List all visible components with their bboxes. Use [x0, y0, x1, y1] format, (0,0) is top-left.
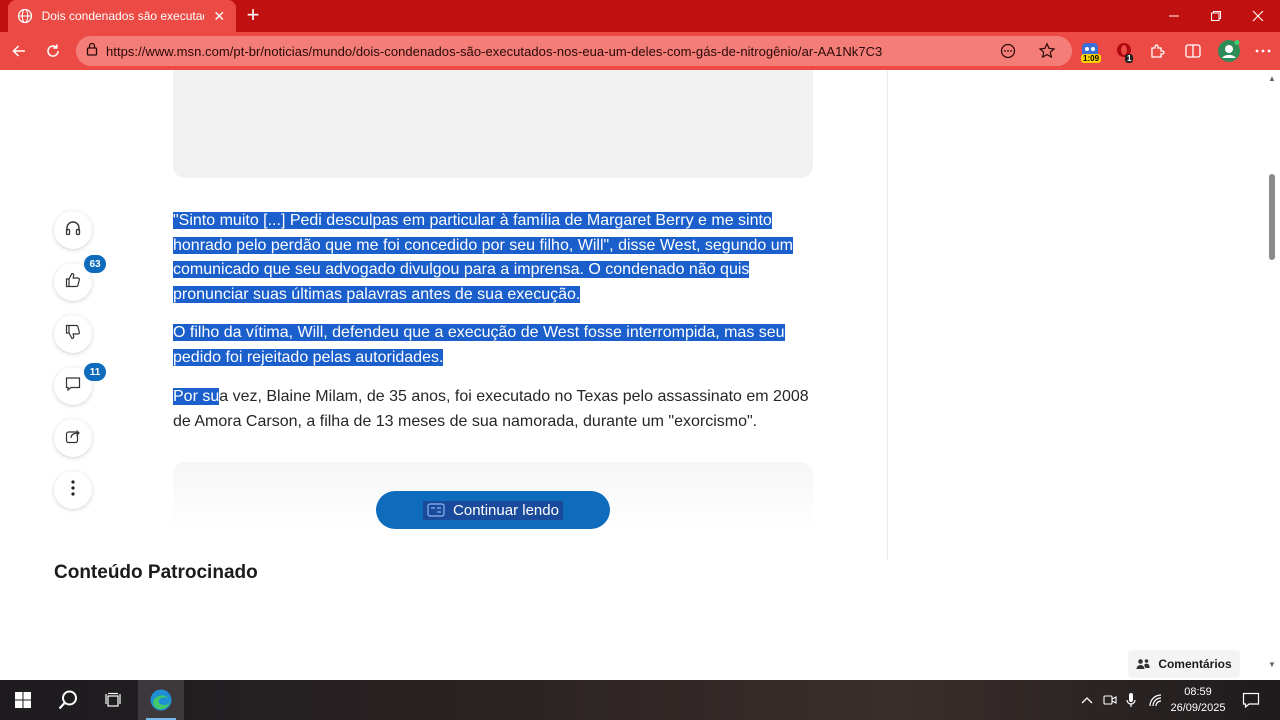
- profile-avatar-icon[interactable]: [1216, 38, 1242, 64]
- split-screen-icon[interactable]: [1180, 38, 1206, 64]
- notification-icon[interactable]: [1238, 680, 1264, 720]
- start-button[interactable]: [0, 680, 46, 720]
- close-tab-icon[interactable]: ✕: [210, 8, 228, 25]
- scroll-up-arrow-icon[interactable]: ▲: [1267, 74, 1277, 84]
- vertical-dots-icon: [71, 479, 75, 501]
- translate-extension-icon[interactable]: 1:09: [1077, 38, 1103, 64]
- favorite-star-icon[interactable]: [1038, 42, 1056, 65]
- article-paragraph-2: O filho da vítima, Will, defendeu que a …: [173, 321, 813, 370]
- task-view-icon[interactable]: [90, 680, 136, 720]
- sponsored-heading: Conteúdo Patrocinado: [54, 562, 258, 583]
- wifi-icon[interactable]: [1146, 680, 1166, 720]
- thumbs-up-icon: [64, 271, 82, 294]
- reader-icon: [427, 503, 445, 517]
- headphones-icon: [64, 219, 82, 242]
- share-icon: [64, 427, 82, 450]
- browser-toolbar: https://www.msn.com/pt-br/noticias/mundo…: [0, 32, 1280, 70]
- more-actions-button[interactable]: [54, 471, 92, 509]
- column-divider: [887, 70, 888, 560]
- selected-text: Por su: [173, 388, 220, 405]
- comment-count-badge: 11: [84, 363, 106, 381]
- article-paragraph-1: "Sinto muito [...] Pedi desculpas em par…: [173, 209, 813, 307]
- continue-reading-button[interactable]: Continuar lendo: [376, 491, 610, 529]
- web-page: 63 11 "Sinto muito [...] Pedi desculpas …: [0, 70, 1280, 680]
- url-text[interactable]: https://www.msn.com/pt-br/noticias/mundo…: [106, 44, 882, 59]
- close-window-button[interactable]: [1236, 0, 1280, 32]
- ad-placeholder: [173, 70, 813, 178]
- back-button[interactable]: [4, 36, 34, 66]
- tab-title: Dois condenados são executados: [41, 9, 205, 23]
- clock-date: 26/09/2025: [1170, 702, 1226, 714]
- comment-bubble-icon: [64, 375, 82, 398]
- puzzle-extensions-icon[interactable]: [1144, 38, 1170, 64]
- opera-extension-icon[interactable]: 1: [1111, 38, 1137, 64]
- address-bar[interactable]: https://www.msn.com/pt-br/noticias/mundo…: [76, 36, 1072, 66]
- clock-time: 08:59: [1184, 686, 1212, 698]
- restore-button[interactable]: [1194, 0, 1238, 32]
- microphone-icon[interactable]: [1122, 680, 1140, 720]
- selected-text: "Sinto muito [...] Pedi desculpas em par…: [173, 212, 793, 303]
- listen-button[interactable]: [54, 211, 92, 249]
- chevron-up-icon[interactable]: [1078, 680, 1096, 720]
- scroll-down-arrow-icon[interactable]: ▼: [1267, 660, 1277, 670]
- comments-button[interactable]: Comentários: [1128, 650, 1240, 678]
- people-icon: [1136, 658, 1150, 670]
- more-options-icon[interactable]: [1250, 38, 1276, 64]
- read-aloud-icon[interactable]: [1000, 43, 1016, 64]
- system-clock[interactable]: 08:59 26/09/2025: [1166, 684, 1230, 716]
- search-icon[interactable]: [45, 680, 91, 720]
- new-tab-button[interactable]: +: [242, 4, 264, 26]
- meet-now-icon[interactable]: [1100, 680, 1120, 720]
- paragraph-text: a vez, Blaine Milam, de 35 anos, foi exe…: [173, 388, 809, 430]
- selected-text: O filho da vítima, Will, defendeu que a …: [173, 324, 785, 366]
- lock-icon[interactable]: [86, 42, 98, 61]
- comments-label: Comentários: [1158, 657, 1232, 671]
- globe-icon: [16, 7, 34, 25]
- title-bar: Dois condenados são executados ✕ +: [0, 0, 1280, 32]
- dislike-button[interactable]: [54, 315, 92, 353]
- article-paragraph-3: Por sua vez, Blaine Milam, de 35 anos, f…: [173, 385, 813, 434]
- continue-reading-label: Continuar lendo: [453, 501, 559, 519]
- windows-taskbar: 08:59 26/09/2025: [0, 680, 1280, 720]
- thumbs-down-icon: [64, 323, 82, 346]
- share-button[interactable]: [54, 419, 92, 457]
- scroll-thumb[interactable]: [1269, 174, 1275, 260]
- minimize-button[interactable]: [1152, 0, 1196, 32]
- refresh-button[interactable]: [38, 36, 68, 66]
- page-scrollbar[interactable]: ▲ ▼: [1264, 70, 1280, 680]
- like-count-badge: 63: [84, 255, 106, 273]
- browser-tab[interactable]: Dois condenados são executados ✕: [8, 0, 236, 32]
- edge-browser-icon[interactable]: [138, 680, 184, 720]
